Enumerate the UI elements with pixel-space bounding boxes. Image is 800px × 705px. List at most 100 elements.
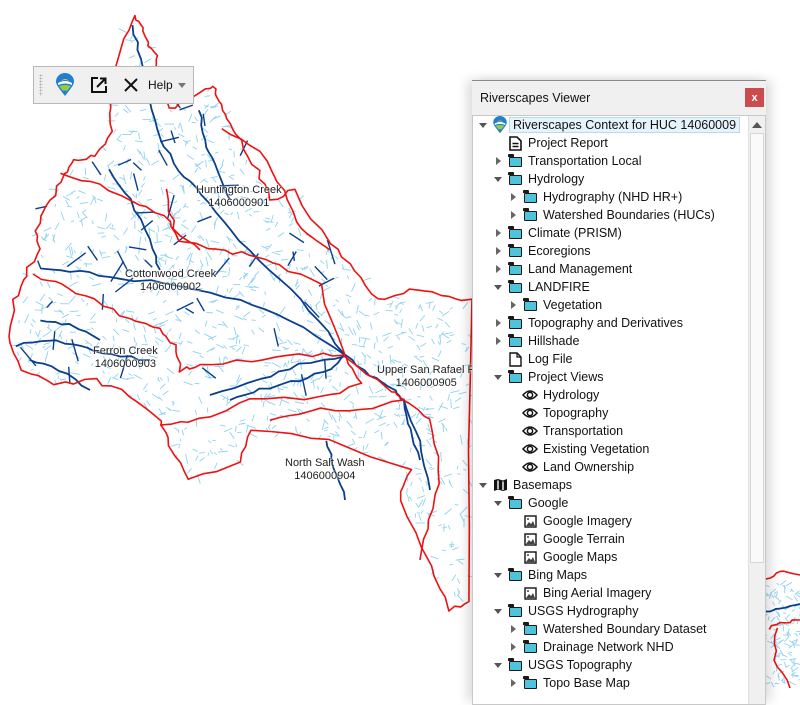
collapse-arrow-icon[interactable]: [492, 368, 504, 386]
collapse-arrow-icon[interactable]: [492, 278, 504, 296]
expand-arrow-icon[interactable]: [507, 296, 519, 314]
tree-item[interactable]: Topo Base Map: [473, 674, 748, 692]
collapse-arrow-icon[interactable]: [477, 116, 489, 134]
tree-item[interactable]: USGS Hydrography: [473, 602, 748, 620]
minor-stream: [228, 445, 235, 447]
tree-item[interactable]: Basemaps: [473, 476, 748, 494]
minor-stream: [129, 311, 134, 312]
minor-stream: [220, 248, 224, 255]
minor-stream: [336, 367, 337, 371]
tree-item[interactable]: Google Maps: [473, 548, 748, 566]
tree-item[interactable]: Drainage Network NHD: [473, 638, 748, 656]
minor-stream: [156, 256, 164, 261]
tree-item-label: Hydrology: [543, 388, 599, 402]
expand-arrow-icon[interactable]: [507, 206, 519, 224]
minor-stream: [313, 357, 316, 361]
tree-item[interactable]: Google Imagery: [473, 512, 748, 530]
caret-down-icon: [178, 83, 186, 88]
minor-stream: [390, 301, 394, 308]
tree-item[interactable]: Log File: [473, 350, 748, 368]
collapse-arrow-icon[interactable]: [477, 476, 489, 494]
minor-stream: [420, 304, 422, 311]
expand-arrow-icon[interactable]: [492, 332, 504, 350]
riverscapes-pin-icon: [492, 117, 508, 133]
minor-stream: [31, 323, 34, 326]
expand-arrow-icon[interactable]: [507, 620, 519, 638]
collapse-arrow-icon[interactable]: [492, 170, 504, 188]
minor-stream: [212, 326, 216, 328]
expand-arrow-icon[interactable]: [507, 188, 519, 206]
expand-arrow-icon[interactable]: [492, 260, 504, 278]
tree-item[interactable]: Hillshade: [473, 332, 748, 350]
tree-item[interactable]: Transportation Local: [473, 152, 748, 170]
help-menu-button[interactable]: Help: [142, 70, 186, 100]
minor-stream: [139, 246, 140, 254]
tree-item[interactable]: Bing Maps: [473, 566, 748, 584]
tree-item[interactable]: Watershed Boundaries (HUCs): [473, 206, 748, 224]
expand-arrow-icon[interactable]: [492, 242, 504, 260]
folder-icon: [507, 567, 523, 583]
collapse-arrow-icon[interactable]: [492, 602, 504, 620]
tree-spacer: [492, 134, 504, 152]
tree-item[interactable]: Google: [473, 494, 748, 512]
tree-item[interactable]: Hydrography (NHD HR+): [473, 188, 748, 206]
tree-item-label: Existing Vegetation: [543, 442, 649, 456]
panel-close-button[interactable]: x: [745, 88, 764, 107]
expand-arrow-icon[interactable]: [507, 638, 519, 656]
tree-item[interactable]: Climate (PRISM): [473, 224, 748, 242]
minor-stream: [416, 357, 423, 362]
collapse-arrow-icon[interactable]: [492, 656, 504, 674]
minor-stream: [416, 503, 419, 508]
expand-arrow-icon[interactable]: [492, 314, 504, 332]
tree-item[interactable]: Land Ownership: [473, 458, 748, 476]
minor-stream: [265, 246, 269, 247]
scrollbar-thumb[interactable]: [750, 133, 764, 563]
minor-stream: [165, 235, 170, 237]
minor-stream: [229, 176, 234, 180]
tree-item[interactable]: Transportation: [473, 422, 748, 440]
minor-stream: [323, 287, 331, 291]
minor-stream: [335, 300, 338, 302]
tree-item[interactable]: Hydrology: [473, 170, 748, 188]
tree-item[interactable]: Ecoregions: [473, 242, 748, 260]
tree-item[interactable]: USGS Topography: [473, 656, 748, 674]
collapse-arrow-icon[interactable]: [492, 494, 504, 512]
expand-arrow-icon[interactable]: [492, 152, 504, 170]
collapse-arrow-icon[interactable]: [492, 566, 504, 584]
tree-item[interactable]: Land Management: [473, 260, 748, 278]
close-project-button[interactable]: [120, 70, 142, 100]
tree-item[interactable]: Topography and Derivatives: [473, 314, 748, 332]
expand-arrow-icon[interactable]: [492, 224, 504, 242]
tree-item[interactable]: Hydrology: [473, 386, 748, 404]
minor-stream: [790, 682, 796, 685]
panel-titlebar[interactable]: Riverscapes Viewer x: [472, 81, 766, 114]
scroll-up-button[interactable]: [749, 116, 765, 133]
tree-item[interactable]: Bing Aerial Imagery: [473, 584, 748, 602]
tree-item[interactable]: Vegetation: [473, 296, 748, 314]
minor-stream: [348, 327, 353, 335]
tree-item[interactable]: Watershed Boundary Dataset: [473, 620, 748, 638]
tree-item[interactable]: Topography: [473, 404, 748, 422]
expand-arrow-icon[interactable]: [507, 674, 519, 692]
minor-stream: [144, 59, 151, 63]
minor-stream: [369, 386, 373, 394]
tree-item[interactable]: Existing Vegetation: [473, 440, 748, 458]
folder-icon: [522, 621, 538, 637]
open-external-button[interactable]: [88, 70, 110, 100]
minor-stream: [224, 428, 232, 432]
tree-item[interactable]: Google Terrain: [473, 530, 748, 548]
tree-vertical-scrollbar[interactable]: [748, 116, 765, 704]
tree-item[interactable]: Project Views: [473, 368, 748, 386]
panel-title: Riverscapes Viewer: [480, 91, 590, 105]
tree-item[interactable]: Riverscapes Context for HUC 14060009: [473, 116, 748, 134]
tree-item[interactable]: LANDFIRE: [473, 278, 748, 296]
minor-stream: [187, 248, 191, 250]
minor-stream: [66, 193, 73, 196]
minor-stream: [429, 303, 430, 309]
riverscapes-logo-button[interactable]: [54, 70, 76, 100]
tree-item[interactable]: Project Report: [473, 134, 748, 152]
project-tree[interactable]: Riverscapes Context for HUC 14060009Proj…: [472, 115, 766, 705]
toolbar-drag-handle[interactable]: [39, 74, 43, 96]
minor-stream: [182, 430, 184, 435]
minor-stream: [44, 343, 50, 345]
